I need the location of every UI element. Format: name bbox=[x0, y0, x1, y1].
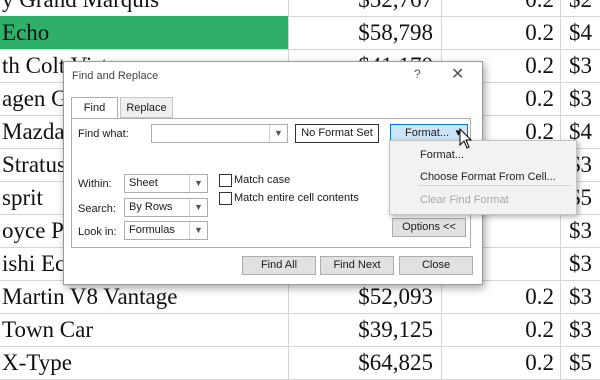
table-row[interactable]: Martin V8 Vantage $52,093 0.2 $3 bbox=[0, 280, 600, 314]
cell-rate[interactable]: 0.2 bbox=[442, 0, 561, 16]
chevron-down-icon[interactable]: ▼ bbox=[189, 222, 207, 239]
cell-value[interactable]: $3 bbox=[561, 49, 600, 82]
search-label: Search: bbox=[78, 203, 116, 215]
tab-replace[interactable]: Replace bbox=[120, 97, 173, 118]
menu-item-format[interactable]: Format... bbox=[420, 149, 464, 161]
format-dropdown-menu: Format... Choose Format From Cell... Cle… bbox=[389, 140, 577, 215]
cell-name[interactable]: Town Car bbox=[0, 313, 289, 346]
close-icon[interactable]: ✕ bbox=[451, 64, 464, 84]
cell-name[interactable]: y Grand Marquis bbox=[0, 0, 289, 16]
find-what-label: Find what: bbox=[78, 128, 129, 140]
menu-separator bbox=[418, 185, 572, 186]
cell-price[interactable]: $39,125 bbox=[289, 313, 442, 346]
menu-item-choose-format-from-cell[interactable]: Choose Format From Cell... bbox=[420, 171, 556, 183]
find-all-button[interactable]: Find All bbox=[242, 256, 316, 275]
cell-value[interactable]: $3 bbox=[561, 280, 600, 313]
look-in-select[interactable]: Formulas ▼ bbox=[124, 221, 208, 240]
tab-find[interactable]: Find bbox=[71, 97, 118, 119]
table-row[interactable]: Town Car $39,125 0.2 $3 bbox=[0, 313, 600, 347]
match-case-label: Match case bbox=[234, 174, 291, 186]
help-button[interactable]: ? bbox=[414, 67, 421, 81]
cell-value[interactable]: $2 bbox=[561, 0, 600, 16]
cell-price[interactable]: $58,798 bbox=[289, 16, 442, 49]
within-label: Within: bbox=[78, 178, 112, 190]
cell-rate[interactable]: 0.2 bbox=[442, 16, 561, 49]
mouse-cursor-icon bbox=[459, 128, 473, 149]
table-row[interactable]: Echo $58,798 0.2 $4 bbox=[0, 16, 600, 50]
within-select[interactable]: Sheet ▼ bbox=[124, 174, 208, 193]
search-select[interactable]: By Rows ▼ bbox=[124, 198, 208, 217]
cell-value[interactable]: $3 bbox=[561, 214, 600, 247]
cell-value[interactable]: $3 bbox=[561, 247, 600, 280]
find-what-input[interactable]: ▼ bbox=[151, 124, 288, 143]
close-button[interactable]: Close bbox=[399, 256, 473, 275]
table-row[interactable]: X-Type $64,825 0.2 $5 bbox=[0, 346, 600, 380]
match-entire-label: Match entire cell contents bbox=[234, 192, 359, 204]
dialog-title: Find and Replace bbox=[72, 70, 159, 82]
table-row[interactable]: y Grand Marquis$52,7670.2$2 bbox=[0, 0, 600, 17]
match-entire-checkbox[interactable] bbox=[219, 192, 232, 205]
match-case-checkbox[interactable] bbox=[219, 174, 232, 187]
find-next-button[interactable]: Find Next bbox=[320, 256, 394, 275]
cell-rate[interactable]: 0.2 bbox=[442, 313, 561, 346]
chevron-down-icon[interactable]: ▼ bbox=[189, 199, 207, 216]
no-format-set-preview: No Format Set bbox=[295, 124, 379, 143]
menu-item-clear-find-format: Clear Find Format bbox=[420, 194, 509, 206]
chevron-down-icon[interactable]: ▼ bbox=[189, 175, 207, 192]
cell-name[interactable]: Echo bbox=[0, 16, 289, 49]
cell-value[interactable]: $4 bbox=[561, 16, 600, 49]
chevron-down-icon[interactable]: ▼ bbox=[269, 125, 287, 142]
options-button[interactable]: Options << bbox=[392, 218, 466, 237]
cell-value[interactable]: $3 bbox=[561, 82, 600, 115]
cell-price[interactable]: $52,767 bbox=[289, 0, 442, 16]
look-in-label: Look in: bbox=[78, 226, 117, 238]
cell-value[interactable]: $3 bbox=[561, 313, 600, 346]
